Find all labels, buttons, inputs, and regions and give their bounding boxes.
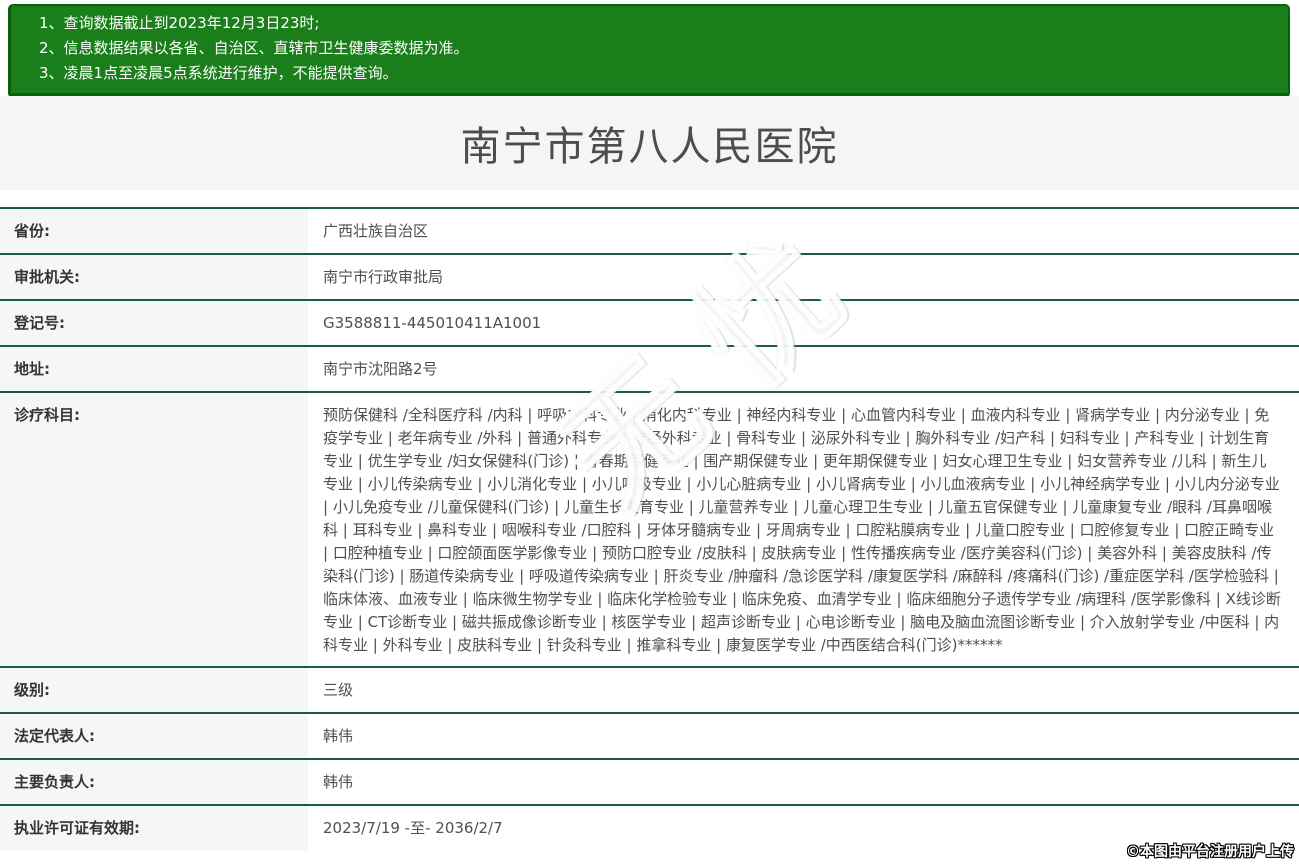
row-label: 执业许可证有效期: bbox=[0, 806, 308, 850]
uploader-copyright-stamp: ©本图由平台注册用户上传 bbox=[1126, 844, 1294, 860]
row-label: 审批机关: bbox=[0, 255, 308, 299]
notice-line-2: 2、信息数据结果以各省、自治区、直辖市卫生健康委数据为准。 bbox=[39, 39, 469, 57]
row-value: 韩伟 bbox=[323, 773, 354, 791]
table-row-approval-authority: 审批机关: 南宁市行政审批局 bbox=[0, 253, 1299, 299]
row-label: 主要负责人: bbox=[0, 760, 308, 804]
row-value: 韩伟 bbox=[323, 727, 354, 745]
row-label: 登记号: bbox=[0, 301, 308, 345]
notice-line-3: 3、凌晨1点至凌晨5点系统进行维护，不能提供查询。 bbox=[39, 64, 398, 82]
row-label: 法定代表人: bbox=[0, 714, 308, 758]
notice-line-1: 1、查询数据截止到2023年12月3日23时; bbox=[39, 14, 320, 32]
table-row-person-in-charge: 主要负责人: 韩伟 bbox=[0, 758, 1299, 804]
table-row-province: 省份: 广西壮族自治区 bbox=[0, 207, 1299, 253]
table-row-address: 地址: 南宁市沈阳路2号 bbox=[0, 345, 1299, 391]
row-value: G3588811-445010411A1001 bbox=[323, 314, 542, 332]
row-value: 南宁市行政审批局 bbox=[323, 268, 444, 286]
row-label: 诊疗科目: bbox=[0, 393, 308, 666]
row-value: 预防保健科 /全科医疗科 /内科 | 呼吸内科专业 | 消化内科专业 | 神经内… bbox=[323, 406, 1281, 654]
notice-banner: 1、查询数据截止到2023年12月3日23时; 2、信息数据结果以各省、自治区、… bbox=[8, 4, 1290, 98]
table-row-medical-departments: 诊疗科目: 预防保健科 /全科医疗科 /内科 | 呼吸内科专业 | 消化内科专业… bbox=[0, 391, 1299, 666]
table-row-registration-number: 登记号: G3588811-445010411A1001 bbox=[0, 299, 1299, 345]
table-row-license-validity: 执业许可证有效期: 2023/7/19 -至- 2036/2/7 bbox=[0, 804, 1299, 850]
page-title: 南宁市第八人民医院 bbox=[460, 124, 839, 170]
title-band: 南宁市第八人民医院 bbox=[0, 96, 1299, 190]
row-label: 级别: bbox=[0, 668, 308, 712]
table-row-legal-representative: 法定代表人: 韩伟 bbox=[0, 712, 1299, 758]
hospital-info-table: 省份: 广西壮族自治区 审批机关: 南宁市行政审批局 登记号: G3588811… bbox=[0, 207, 1299, 850]
row-value: 广西壮族自治区 bbox=[323, 222, 429, 240]
row-value: 南宁市沈阳路2号 bbox=[323, 360, 438, 378]
row-label: 省份: bbox=[0, 209, 308, 253]
row-value: 三级 bbox=[323, 681, 354, 699]
row-label: 地址: bbox=[0, 347, 308, 391]
table-row-level: 级别: 三级 bbox=[0, 666, 1299, 712]
